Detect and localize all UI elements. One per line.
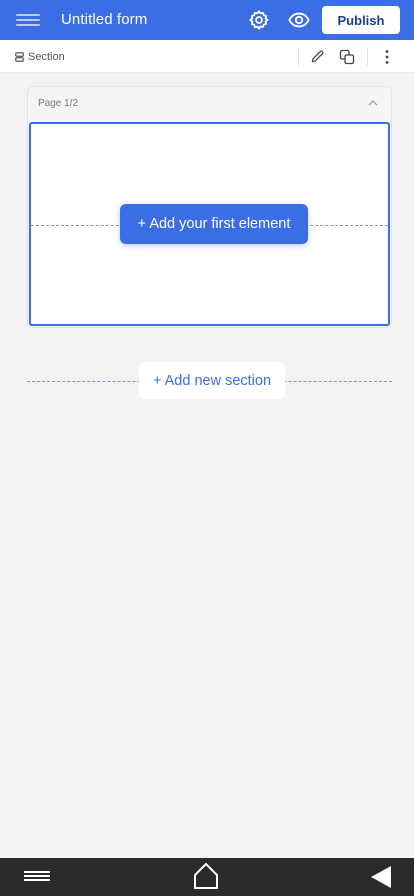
more-vertical-icon[interactable] [380,49,394,65]
system-nav-bar [0,858,414,896]
back-icon[interactable] [370,865,392,889]
menu-icon[interactable] [16,14,40,26]
nav-menu-icon[interactable] [24,871,50,883]
publish-button[interactable]: Publish [322,6,400,34]
toolbar-divider [298,47,299,66]
gear-icon[interactable] [248,9,270,31]
section-icon [15,52,24,62]
add-element-button[interactable]: + Add your first element [120,204,308,244]
copy-icon[interactable] [339,49,355,65]
toolbar-divider [367,47,368,66]
section-toolbar: Section [0,40,414,73]
pencil-icon[interactable] [310,49,325,64]
eye-icon[interactable] [288,9,310,31]
page-card: Page 1/2 + Add your first element [27,86,392,328]
element-drop-zone[interactable]: + Add your first element [29,122,390,326]
add-section-button[interactable]: + Add new section [139,362,285,399]
form-title[interactable]: Untitled form [61,10,147,30]
form-builder-app: Untitled form Publish Section Page 1/2 +… [0,0,414,896]
page-label: Page 1/2 [38,98,79,109]
home-icon[interactable] [193,862,219,890]
chevron-up-icon[interactable] [367,97,379,109]
top-app-bar: Untitled form Publish [0,0,414,40]
section-label[interactable]: Section [28,50,65,64]
